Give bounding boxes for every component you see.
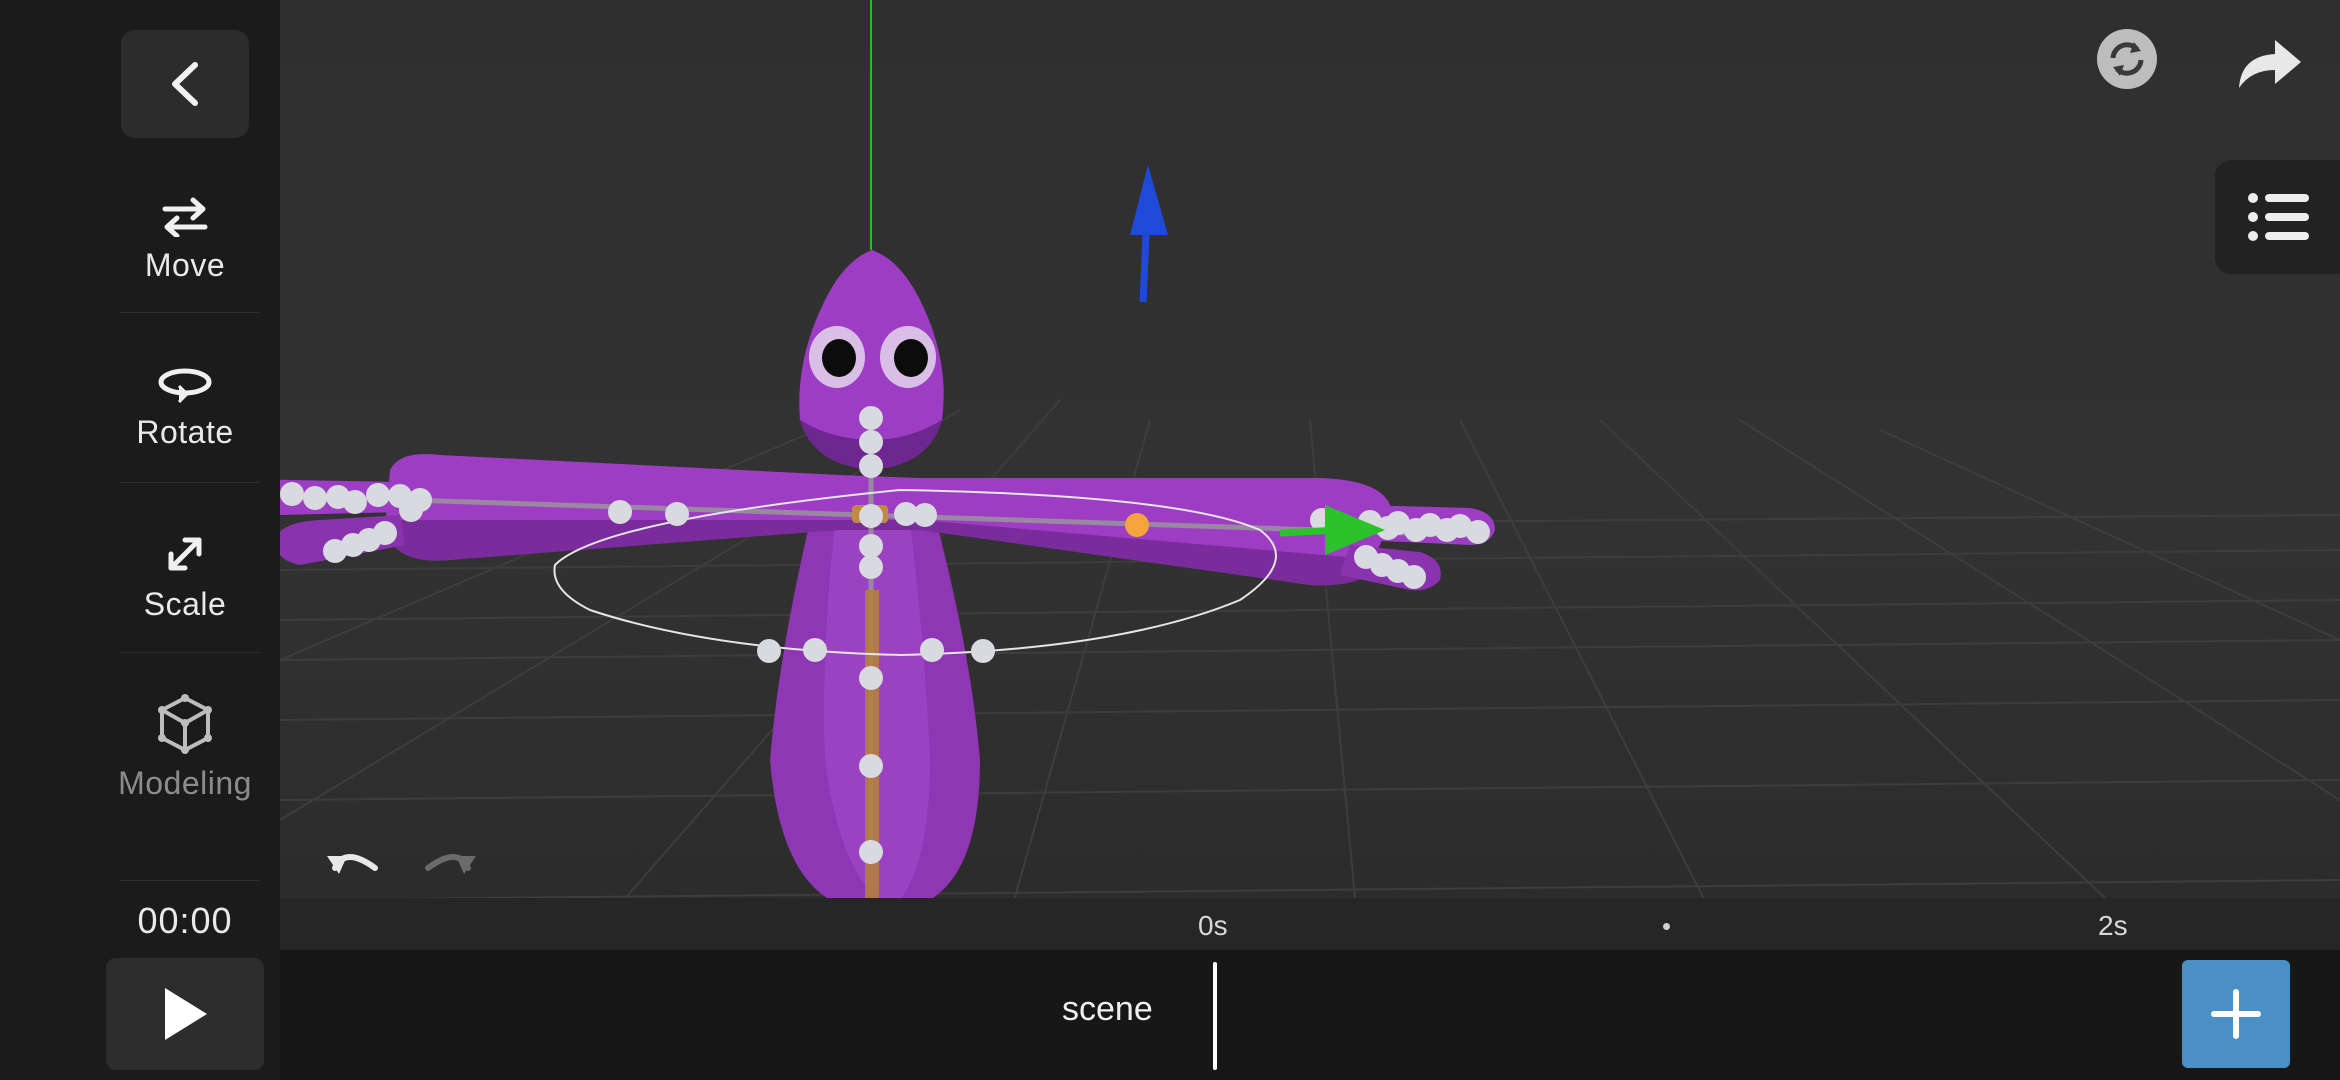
divider xyxy=(120,880,260,881)
plus-icon xyxy=(2211,989,2261,1039)
add-keyframe-button[interactable] xyxy=(2182,960,2290,1068)
tool-sidebar: Move Rotate Scale Modeling 00:00 xyxy=(0,0,280,1080)
play-icon xyxy=(165,988,207,1040)
timeline-ruler[interactable]: 0s 2s xyxy=(280,898,2340,950)
outliner-button[interactable] xyxy=(2215,160,2340,274)
playhead[interactable] xyxy=(1213,962,1217,1070)
tool-label: Scale xyxy=(143,585,227,622)
play-button[interactable] xyxy=(106,958,264,1070)
character-model xyxy=(280,250,1495,905)
sync-icon xyxy=(2097,29,2157,89)
undo-icon xyxy=(327,854,378,874)
selected-joint xyxy=(1125,513,1149,537)
tool-scale[interactable]: Scale xyxy=(90,502,280,652)
time-readout: 00:00 xyxy=(137,900,233,941)
list-icon xyxy=(2247,193,2309,241)
tool-rotate[interactable]: Rotate xyxy=(90,332,280,482)
redo-icon xyxy=(425,854,476,874)
forward-button[interactable] xyxy=(2235,34,2307,94)
rotate-icon xyxy=(158,368,212,403)
back-button[interactable] xyxy=(121,30,249,138)
scene-canvas[interactable] xyxy=(280,0,2340,950)
sync-button[interactable] xyxy=(2096,28,2160,92)
tool-label: Rotate xyxy=(136,413,234,450)
track-name: scene xyxy=(1062,990,1153,1028)
timeline-track-area[interactable] xyxy=(280,950,2340,1080)
gizmo-up-arrow xyxy=(1130,165,1168,303)
tool-label: Modeling xyxy=(118,764,252,801)
scale-icon xyxy=(168,537,202,570)
divider xyxy=(120,652,260,653)
chevron-left-icon xyxy=(172,62,198,106)
tool-modeling[interactable]: Modeling xyxy=(90,672,280,822)
divider xyxy=(120,312,260,313)
move-arrows-icon xyxy=(162,197,208,237)
tick-dot xyxy=(1663,923,1670,930)
tool-move[interactable]: Move xyxy=(90,165,280,315)
undo-button[interactable] xyxy=(325,838,387,882)
cube-icon xyxy=(158,693,212,754)
redo-button[interactable] xyxy=(420,838,482,882)
divider xyxy=(120,482,260,483)
forward-arrow-icon xyxy=(2239,40,2301,88)
tick-label: 2s xyxy=(2098,910,2128,941)
tool-label: Move xyxy=(144,246,226,283)
tick-label: 0s xyxy=(1198,910,1228,941)
3d-viewport[interactable] xyxy=(280,0,2340,950)
